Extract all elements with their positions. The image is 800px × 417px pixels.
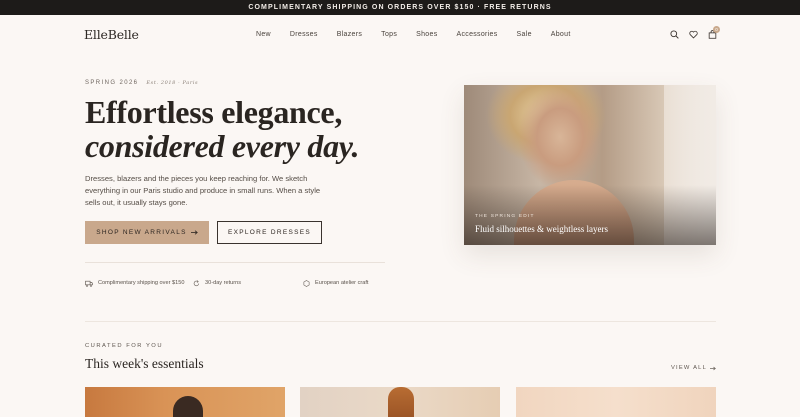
shop-new-arrivals-button[interactable]: SHOP NEW ARRIVALS bbox=[85, 221, 209, 244]
main-nav: New Dresses Blazers Tops Shoes Accessori… bbox=[256, 31, 590, 38]
perks-row: Complimentary shipping over $150 30-day … bbox=[85, 279, 403, 287]
perk-craft-text: European atelier craft bbox=[315, 280, 369, 286]
nav-item-about[interactable]: About bbox=[551, 31, 571, 38]
truck-icon bbox=[85, 280, 93, 287]
heart-icon[interactable] bbox=[689, 30, 698, 39]
section-divider bbox=[85, 321, 716, 322]
perk-shipping-text: Complimentary shipping over $150 bbox=[98, 280, 185, 286]
nav-item-new[interactable]: New bbox=[256, 31, 271, 38]
search-icon[interactable] bbox=[670, 30, 679, 39]
view-all-label: VIEW ALL bbox=[670, 365, 707, 371]
nav-item-accessories[interactable]: Accessories bbox=[457, 31, 498, 38]
headline-line-2: considered every day. bbox=[85, 128, 360, 164]
shop-new-arrivals-label: SHOP NEW ARRIVALS bbox=[96, 229, 187, 236]
nav-item-dresses[interactable]: Dresses bbox=[290, 31, 318, 38]
hero-divider bbox=[85, 262, 385, 263]
view-all-link[interactable]: VIEW ALL bbox=[671, 365, 716, 371]
hero-eyebrow: SPRING 2026 Est. 2018 · Paris bbox=[85, 80, 385, 86]
spring-edit-caption: Fluid silhouettes & weightless layers bbox=[475, 224, 608, 234]
brand-logo[interactable]: ElleBelle bbox=[84, 27, 139, 42]
nav-item-tops[interactable]: Tops bbox=[381, 31, 397, 38]
perk-returns: 30-day returns bbox=[193, 279, 303, 287]
site-header: ElleBelle New Dresses Blazers Tops Shoes… bbox=[0, 15, 800, 55]
arrow-right-icon bbox=[190, 230, 198, 235]
essentials-title: This week's essentials bbox=[85, 356, 204, 371]
announcement-bar: COMPLIMENTARY SHIPPING ON ORDERS OVER $1… bbox=[0, 0, 800, 15]
hero-description: Dresses, blazers and the pieces you keep… bbox=[85, 174, 321, 208]
spring-edit-tag: THE SPRING EDIT bbox=[475, 214, 535, 219]
hexagon-icon bbox=[303, 279, 310, 287]
established-label: Est. 2018 · Paris bbox=[146, 80, 199, 86]
return-icon bbox=[193, 279, 200, 286]
explore-dresses-button[interactable]: EXPLORE DRESSES bbox=[217, 221, 322, 244]
hero-actions: SHOP NEW ARRIVALS EXPLORE DRESSES bbox=[85, 221, 322, 244]
season-label: SPRING 2026 bbox=[85, 80, 139, 86]
perk-shipping: Complimentary shipping over $150 bbox=[85, 279, 193, 287]
product-card[interactable] bbox=[85, 387, 285, 417]
header-actions: 0 bbox=[670, 26, 720, 39]
product-card[interactable] bbox=[300, 387, 500, 417]
cart-count-badge: 0 bbox=[713, 26, 720, 33]
headline-line-1: Effortless elegance, bbox=[85, 94, 343, 130]
curated-eyebrow: CURATED FOR YOU bbox=[85, 343, 164, 349]
nav-item-shoes[interactable]: Shoes bbox=[416, 31, 437, 38]
nav-item-sale[interactable]: Sale bbox=[517, 31, 532, 38]
hero-text: SPRING 2026 Est. 2018 · Paris Effortless… bbox=[85, 80, 385, 210]
product-card[interactable] bbox=[516, 387, 716, 417]
cart-button[interactable]: 0 bbox=[708, 26, 720, 39]
perk-returns-text: 30-day returns bbox=[205, 280, 242, 286]
nav-item-blazers[interactable]: Blazers bbox=[337, 31, 362, 38]
arrow-right-icon bbox=[710, 366, 716, 370]
hero-headline: Effortless elegance, considered every da… bbox=[85, 95, 385, 163]
perk-craft: European atelier craft bbox=[303, 279, 403, 287]
spring-edit-card[interactable]: THE SPRING EDIT Fluid silhouettes & weig… bbox=[464, 85, 716, 245]
